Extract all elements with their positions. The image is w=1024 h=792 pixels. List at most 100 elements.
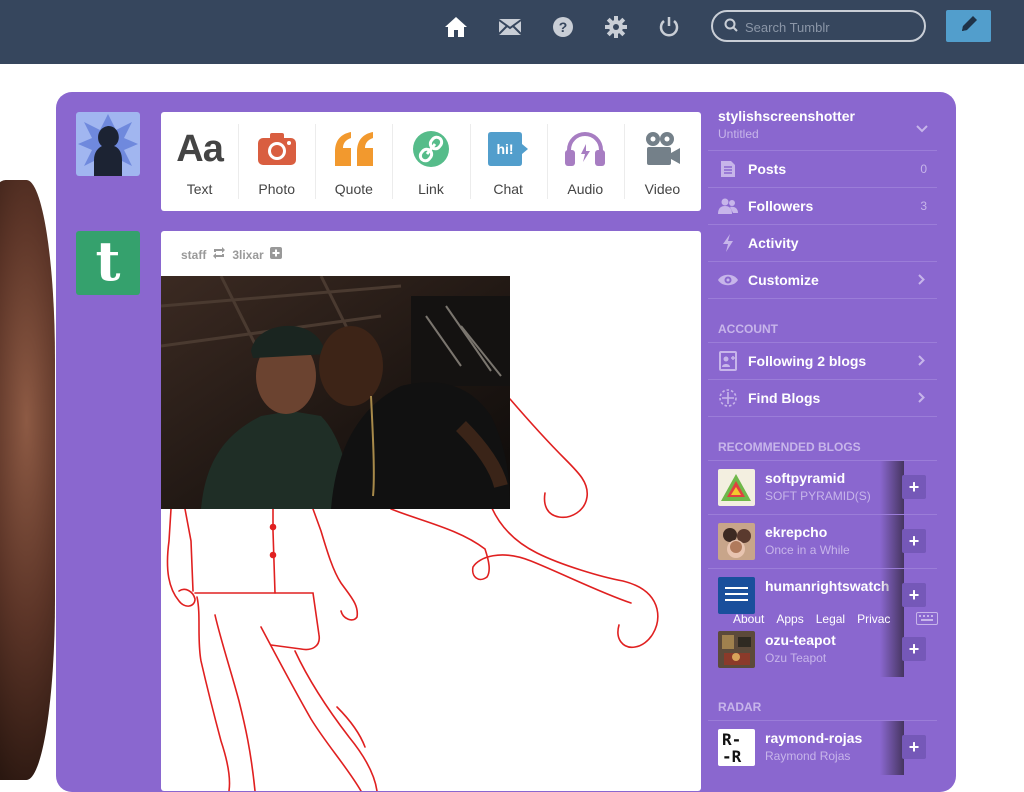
plus-icon: + — [908, 736, 920, 757]
fade-overlay — [880, 721, 904, 775]
plus-icon: + — [908, 476, 920, 497]
blog-avatar — [718, 469, 755, 506]
help-icon[interactable]: ? — [550, 14, 576, 40]
sidebar-item-label: Following 2 blogs — [748, 353, 867, 369]
svg-text:?: ? — [559, 19, 568, 35]
plus-icon: + — [908, 638, 920, 659]
svg-text:hi!: hi! — [497, 141, 514, 157]
post-type-link[interactable]: Link — [392, 112, 469, 211]
blog-name: softpyramid — [765, 470, 846, 486]
sidebar-item-label: Activity — [748, 235, 799, 251]
blog-name: ekrepcho — [765, 524, 828, 540]
posts-count: 0 — [920, 162, 927, 176]
chevron-right-icon — [918, 390, 925, 406]
account-heading: ACCOUNT — [718, 322, 778, 336]
fade-overlay — [880, 461, 904, 515]
sidebar-item-find-blogs[interactable]: Find Blogs — [708, 380, 937, 417]
blog-name: stylishscreenshotter — [718, 108, 855, 124]
logout-icon[interactable] — [656, 14, 682, 40]
compose-icon — [959, 14, 979, 39]
post-type-photo[interactable]: Photo — [238, 112, 315, 211]
radar-blog[interactable]: R- -R raymond-rojas Raymond Rojas + — [708, 721, 937, 775]
blog-avatar: R- -R — [718, 729, 755, 766]
sidebar-item-label: Followers — [748, 198, 814, 214]
plus-icon: + — [908, 530, 920, 551]
sidebar-item-activity[interactable]: Activity — [708, 225, 937, 262]
follow-button[interactable]: + — [902, 583, 926, 607]
compass-icon — [708, 388, 748, 408]
blog-subtitle: Ozu Teapot — [765, 651, 827, 665]
blog-name: ozu-teapot — [765, 632, 836, 648]
post-type-label: Text — [186, 181, 213, 197]
follow-button[interactable]: + — [902, 475, 926, 499]
post-type-video[interactable]: Video — [623, 112, 701, 211]
radar-heading: RADAR — [718, 700, 762, 714]
tumblr-logo-icon: t — [95, 229, 121, 293]
fade-overlay — [880, 515, 904, 569]
blog-subtitle: Raymond Rojas — [765, 749, 851, 763]
background-photo — [0, 180, 55, 780]
follow-button[interactable]: + — [902, 637, 926, 661]
sidebar-item-label: Customize — [748, 272, 819, 288]
headphones-icon — [565, 127, 606, 171]
recommended-blog[interactable]: ekrepcho Once in a While + — [708, 515, 937, 569]
post-photo[interactable] — [161, 276, 510, 509]
avatar-text: R- -R — [722, 730, 742, 766]
post-type-text[interactable]: Aa Text — [161, 112, 238, 211]
posts-icon — [708, 160, 748, 178]
lightning-icon — [708, 234, 748, 252]
dashboard-post: staff 3lixar — [161, 231, 701, 791]
user-avatar[interactable] — [76, 112, 140, 176]
text-icon: Aa — [176, 127, 224, 170]
post-type-label: Audio — [567, 181, 604, 197]
post-type-label: Quote — [334, 181, 373, 197]
blog-name: humanrightswatch — [765, 578, 890, 594]
sidebar-item-label: Posts — [748, 161, 787, 177]
post-type-chat[interactable]: hi! Chat — [469, 112, 547, 211]
sidebar-item-following[interactable]: Following 2 blogs — [708, 343, 937, 380]
chevron-down-icon — [916, 120, 928, 138]
recommended-blog[interactable]: softpyramid SOFT PYRAMID(S) + — [708, 461, 937, 515]
followers-count: 3 — [920, 199, 927, 213]
search-field[interactable] — [711, 10, 926, 42]
fade-overlay — [880, 623, 904, 677]
sidebar-item-customize[interactable]: Customize — [708, 262, 937, 299]
post-type-quote[interactable]: Quote — [315, 112, 392, 211]
camera-icon — [257, 127, 296, 171]
settings-icon[interactable] — [603, 14, 629, 40]
chevron-right-icon — [918, 353, 925, 369]
sidebar-item-followers[interactable]: Followers 3 — [708, 188, 937, 225]
blog-switcher[interactable]: stylishscreenshotter Untitled — [718, 108, 938, 141]
sidebar-item-posts[interactable]: Posts 0 — [708, 151, 937, 188]
recommended-blog[interactable]: ozu-teapot Ozu Teapot + — [708, 623, 937, 677]
blog-avatar — [718, 631, 755, 668]
plus-icon: + — [908, 584, 920, 605]
sidebar-item-label: Find Blogs — [748, 390, 821, 406]
post-type-bar: Aa Text Photo Quote Link hi! Chat Audio — [161, 112, 701, 211]
search-icon — [724, 18, 738, 37]
post-type-label: Video — [644, 181, 681, 197]
following-icon — [708, 351, 748, 371]
chevron-right-icon — [918, 272, 925, 288]
home-icon[interactable] — [443, 14, 469, 40]
search-input[interactable] — [745, 18, 915, 36]
video-camera-icon — [644, 127, 681, 171]
recommended-heading: RECOMMENDED BLOGS — [718, 440, 861, 454]
chat-icon: hi! — [488, 127, 529, 171]
quote-icon — [333, 127, 375, 171]
blog-avatar — [718, 523, 755, 560]
follow-button[interactable]: + — [902, 735, 926, 759]
blog-name: raymond-rojas — [765, 730, 863, 746]
post-type-label: Link — [418, 181, 444, 197]
post-type-label: Photo — [258, 181, 295, 197]
eye-icon — [708, 273, 748, 287]
compose-button[interactable] — [946, 10, 991, 42]
follow-button[interactable]: + — [902, 529, 926, 553]
blog-avatar — [718, 577, 755, 614]
blog-subtitle: SOFT PYRAMID(S) — [765, 489, 871, 503]
link-icon — [412, 127, 449, 171]
blog-subtitle: Once in a While — [765, 543, 850, 557]
inbox-icon[interactable] — [497, 14, 523, 40]
post-type-audio[interactable]: Audio — [546, 112, 624, 211]
tumblr-blog-avatar[interactable]: t — [76, 231, 140, 295]
